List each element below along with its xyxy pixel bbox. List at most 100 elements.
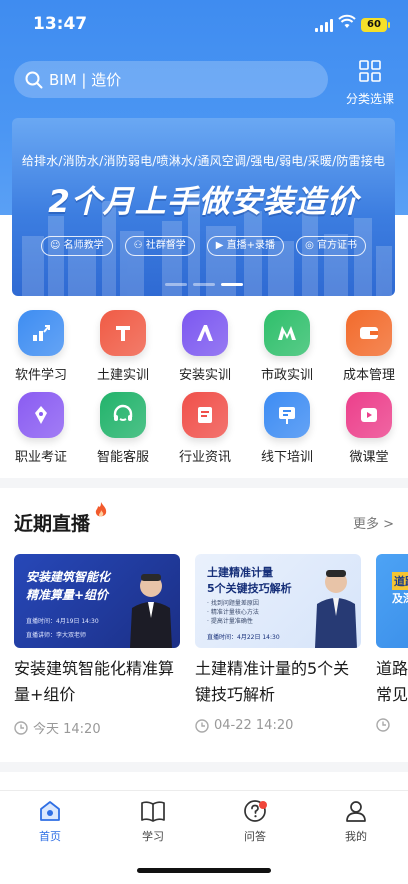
live-card-thumbnail: 土建精准计量 5个关键技巧解析 · 找到问题量差原因 · 精准计量核心方法 · … [195, 554, 361, 648]
thumb-title: 土建精准计量 [207, 566, 273, 579]
category-button[interactable]: 分类选课 [342, 60, 398, 107]
thumb-time: 直播时间：4月19日 14:30 [26, 618, 99, 625]
banner-subtitle: 给排水/消防水/消防弱电/喷淋水/通风空调/强电/弱电/采暖/防雷接电 [21, 154, 386, 168]
thumb-title: 安装建筑智能化 [26, 570, 111, 584]
clock-icon [195, 718, 209, 733]
category-label: 分类选课 [345, 92, 394, 106]
search-bar[interactable]: BIM | 造价 [14, 61, 328, 98]
chart-icon [18, 310, 64, 356]
live-card[interactable]: 土建精准计量 5个关键技巧解析 · 找到问题量差原因 · 精准计量核心方法 · … [195, 554, 361, 733]
live-card-title: 安装建筑智能化精准算量+组价 [14, 659, 175, 704]
home-indicator[interactable] [137, 868, 271, 873]
divider [0, 478, 408, 488]
tab-label: 首页 [39, 830, 61, 843]
presenter-avatar [315, 570, 357, 648]
book-icon [141, 801, 165, 822]
feature-item[interactable]: 行业资讯 [164, 392, 246, 465]
tab-label: 我的 [345, 830, 367, 843]
home-icon [40, 801, 60, 821]
thumb-time: 直播时间：4月22日 14:30 [207, 634, 280, 641]
feature-item[interactable]: 职业考证 [0, 392, 82, 465]
user-icon [346, 801, 366, 822]
clock-icon [14, 720, 28, 735]
status-bar: 13:47 60 [0, 0, 408, 50]
banner-tag-label: 官方证书 [316, 240, 357, 251]
banner-tag: ☺ 名师教学 [41, 236, 113, 256]
more-link[interactable]: 更多 > [353, 513, 394, 532]
feature-label: 智能客服 [96, 450, 149, 465]
headset-icon [100, 392, 146, 438]
feature-label: 线下培训 [260, 450, 313, 465]
feature-label: 微课堂 [349, 450, 389, 465]
wifi-icon [338, 14, 356, 28]
board-icon [264, 392, 310, 438]
feature-item[interactable]: 成本管理 [328, 310, 408, 383]
live-card-time-label: 04-22 14:20 [214, 718, 294, 733]
live-card-list[interactable]: 安装建筑智能化 精准算量+组价 直播时间：4月19日 14:30 直播讲师：李大… [14, 554, 408, 744]
feature-item[interactable]: 线下培训 [246, 392, 328, 465]
thumb-point: · 精准计量核心方法 [207, 609, 259, 616]
feature-label: 职业考证 [14, 450, 67, 465]
notification-badge [259, 801, 267, 809]
live-card-time-label: 今天 14:20 [33, 722, 101, 737]
search-placeholder: BIM | 造价 [49, 71, 122, 89]
battery-icon: 60 [361, 18, 390, 32]
banner-tag: ⚇ 社群督学 [124, 236, 195, 256]
banner-tag-label: 社群督学 [145, 240, 186, 251]
banner-tag: ◎ 官方证书 [296, 236, 366, 256]
search-icon [25, 71, 43, 88]
feature-item[interactable]: 微课堂 [328, 392, 408, 465]
clock-icon [376, 718, 390, 732]
live-card-title: 道路常见 [376, 659, 408, 704]
card-icon [346, 310, 392, 356]
signal-icon [315, 19, 333, 32]
tab-profile[interactable]: 我的 [326, 799, 386, 844]
thumb-point: · 提高计量准确性 [207, 618, 253, 625]
banner-tags: ☺ 名师教学 ⚇ 社群督学 ▶ 直播+录播 ◎ 官方证书 [12, 236, 395, 256]
tab-study[interactable]: 学习 [123, 799, 183, 844]
live-card-title: 土建精准计量的5个关键技巧解析 [195, 659, 350, 704]
banner-title: 2个月上手做安装造价 [48, 184, 359, 220]
thumb-title: 及深 [392, 592, 408, 605]
feature-label: 行业资讯 [178, 450, 231, 465]
letter-t-icon [100, 310, 146, 356]
carousel-indicator[interactable] [12, 283, 395, 286]
news-icon [182, 392, 228, 438]
section-title: 近期直播 [14, 513, 91, 535]
thumb-teacher: 直播讲师：李大双老师 [26, 632, 87, 639]
live-card-thumbnail: 道路 及深 [376, 554, 408, 648]
feature-item[interactable]: 软件学习 [0, 310, 82, 383]
tab-home[interactable]: 首页 [20, 799, 80, 844]
live-card-thumbnail: 安装建筑智能化 精准算量+组价 直播时间：4月19日 14:30 直播讲师：李大… [14, 554, 180, 648]
carousel-dot-active[interactable] [220, 283, 243, 286]
tab-qa[interactable]: 问答 [225, 799, 285, 844]
tab-label: 学习 [142, 830, 164, 843]
carousel-dot[interactable] [164, 283, 187, 286]
grid-icon [359, 60, 381, 82]
feature-item[interactable]: 市政实训 [246, 310, 328, 383]
feature-item[interactable]: 安装实训 [164, 310, 246, 383]
live-card[interactable]: 道路 及深 道路常见 [376, 554, 408, 732]
thumb-title: 5个关键技巧解析 [207, 582, 292, 595]
status-time: 13:47 [33, 14, 88, 34]
promo-banner[interactable]: 给排水/消防水/消防弱电/喷淋水/通风空调/强电/弱电/采暖/防雷接电 2个月上… [12, 118, 395, 296]
thumb-title: 道路 [392, 572, 408, 590]
feature-item[interactable]: 智能客服 [82, 392, 164, 465]
feature-item[interactable]: 土建实训 [82, 310, 164, 383]
feature-label: 土建实训 [96, 368, 149, 383]
thumb-title: 精准算量+组价 [26, 588, 109, 602]
live-card[interactable]: 安装建筑智能化 精准算量+组价 直播时间：4月19日 14:30 直播讲师：李大… [14, 554, 180, 737]
flame-icon [95, 502, 107, 517]
live-card-time: 04-22 14:20 [195, 718, 361, 733]
pen-icon [18, 392, 64, 438]
carousel-dot[interactable] [192, 283, 215, 286]
banner-tag-label: 直播+录播 [226, 240, 276, 251]
letter-a-icon [182, 310, 228, 356]
feature-label: 安装实训 [178, 368, 231, 383]
feature-label: 成本管理 [342, 368, 395, 383]
live-card-time [376, 718, 408, 732]
feature-label: 市政实训 [260, 368, 313, 383]
letter-m-icon [264, 310, 310, 356]
live-card-time: 今天 14:20 [14, 718, 180, 737]
play-icon [346, 392, 392, 438]
